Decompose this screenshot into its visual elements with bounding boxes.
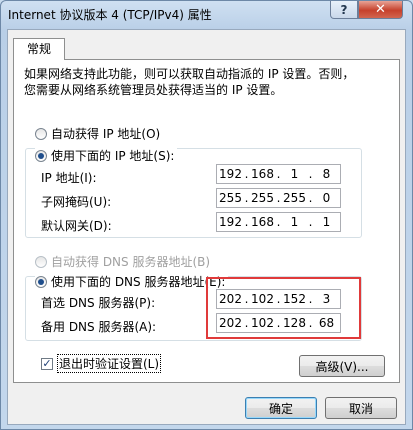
octet: 0 xyxy=(322,191,331,205)
octet: 168 xyxy=(251,215,274,229)
help-button[interactable]: ? xyxy=(330,1,358,19)
octet: 255 xyxy=(251,191,274,205)
validate-settings-checkbox[interactable]: ✓ 退出时验证设置(L) xyxy=(41,354,162,373)
ip-address-input[interactable]: 192. 168. 1. 8 xyxy=(216,164,341,184)
ip-address-label: IP 地址(I): xyxy=(41,171,97,185)
radio-auto-dns[interactable]: 自动获得 DNS 服务器地址(B) xyxy=(35,253,210,270)
cancel-button[interactable]: 取消 xyxy=(325,397,397,419)
radio-manual-dns[interactable]: 使用下面的 DNS 服务器地址(E): xyxy=(35,273,229,290)
default-gateway-label: 默认网关(D): xyxy=(41,219,112,233)
octet: 192 xyxy=(219,215,242,229)
octet: 192 xyxy=(219,167,242,181)
description-line: 如果网络支持此功能，则可以获取自动指派的 IP 设置。否则， xyxy=(24,67,355,81)
validate-settings-label: 退出时验证设置(L) xyxy=(57,354,162,373)
title-bar[interactable]: Internet 协议版本 4 (TCP/IPv4) 属性 ? ✕ xyxy=(1,1,412,29)
octet: 1 xyxy=(290,167,299,181)
alternate-dns-label: 备用 DNS 服务器(A): xyxy=(41,320,157,334)
subnet-mask-label: 子网掩码(U): xyxy=(41,195,112,209)
tab-general[interactable]: 常规 xyxy=(13,38,65,60)
octet: 1 xyxy=(322,215,331,229)
advanced-button[interactable]: 高级(V)... xyxy=(299,355,385,377)
radio-manual-ip[interactable]: 使用下面的 IP 地址(S): xyxy=(35,147,178,164)
description: 如果网络支持此功能，则可以获取自动指派的 IP 设置。否则， 您需要从网络系统管… xyxy=(24,66,384,98)
octet: 8 xyxy=(322,167,331,181)
preferred-dns-label: 首选 DNS 服务器(P): xyxy=(41,296,156,310)
radio-manual-dns-label: 使用下面的 DNS 服务器地址(E): xyxy=(51,275,226,289)
radio-auto-dns-button[interactable] xyxy=(35,255,47,268)
ok-button[interactable]: 确定 xyxy=(245,397,317,419)
radio-auto-ip-label: 自动获得 IP 地址(O) xyxy=(51,127,161,141)
octet: 255 xyxy=(283,191,306,205)
subnet-mask-input[interactable]: 255. 255. 255. 0 xyxy=(216,188,341,208)
octet: 255 xyxy=(219,191,242,205)
window-title: Internet 协议版本 4 (TCP/IPv4) 属性 xyxy=(8,8,212,22)
radio-manual-ip-label: 使用下面的 IP 地址(S): xyxy=(51,149,175,163)
radio-auto-dns-label: 自动获得 DNS 服务器地址(B) xyxy=(51,255,211,269)
description-line: 您需要从网络系统管理员处获得适当的 IP 设置。 xyxy=(24,83,283,97)
octet: 168 xyxy=(251,167,274,181)
octet: 1 xyxy=(290,215,299,229)
radio-auto-ip[interactable]: 自动获得 IP 地址(O) xyxy=(35,125,160,142)
close-button[interactable]: ✕ xyxy=(358,1,403,19)
checkmark-icon[interactable]: ✓ xyxy=(41,357,53,370)
dialog-window: Internet 协议版本 4 (TCP/IPv4) 属性 ? ✕ 常规 如果网… xyxy=(0,0,413,430)
default-gateway-input[interactable]: 192. 168. 1. 1 xyxy=(216,212,341,232)
dialog-client: 常规 如果网络支持此功能，则可以获取自动指派的 IP 设置。否则， 您需要从网络… xyxy=(7,29,406,425)
highlight-box xyxy=(206,277,361,339)
radio-manual-ip-button[interactable] xyxy=(35,149,47,162)
radio-auto-ip-button[interactable] xyxy=(35,127,47,140)
radio-manual-dns-button[interactable] xyxy=(35,275,47,288)
